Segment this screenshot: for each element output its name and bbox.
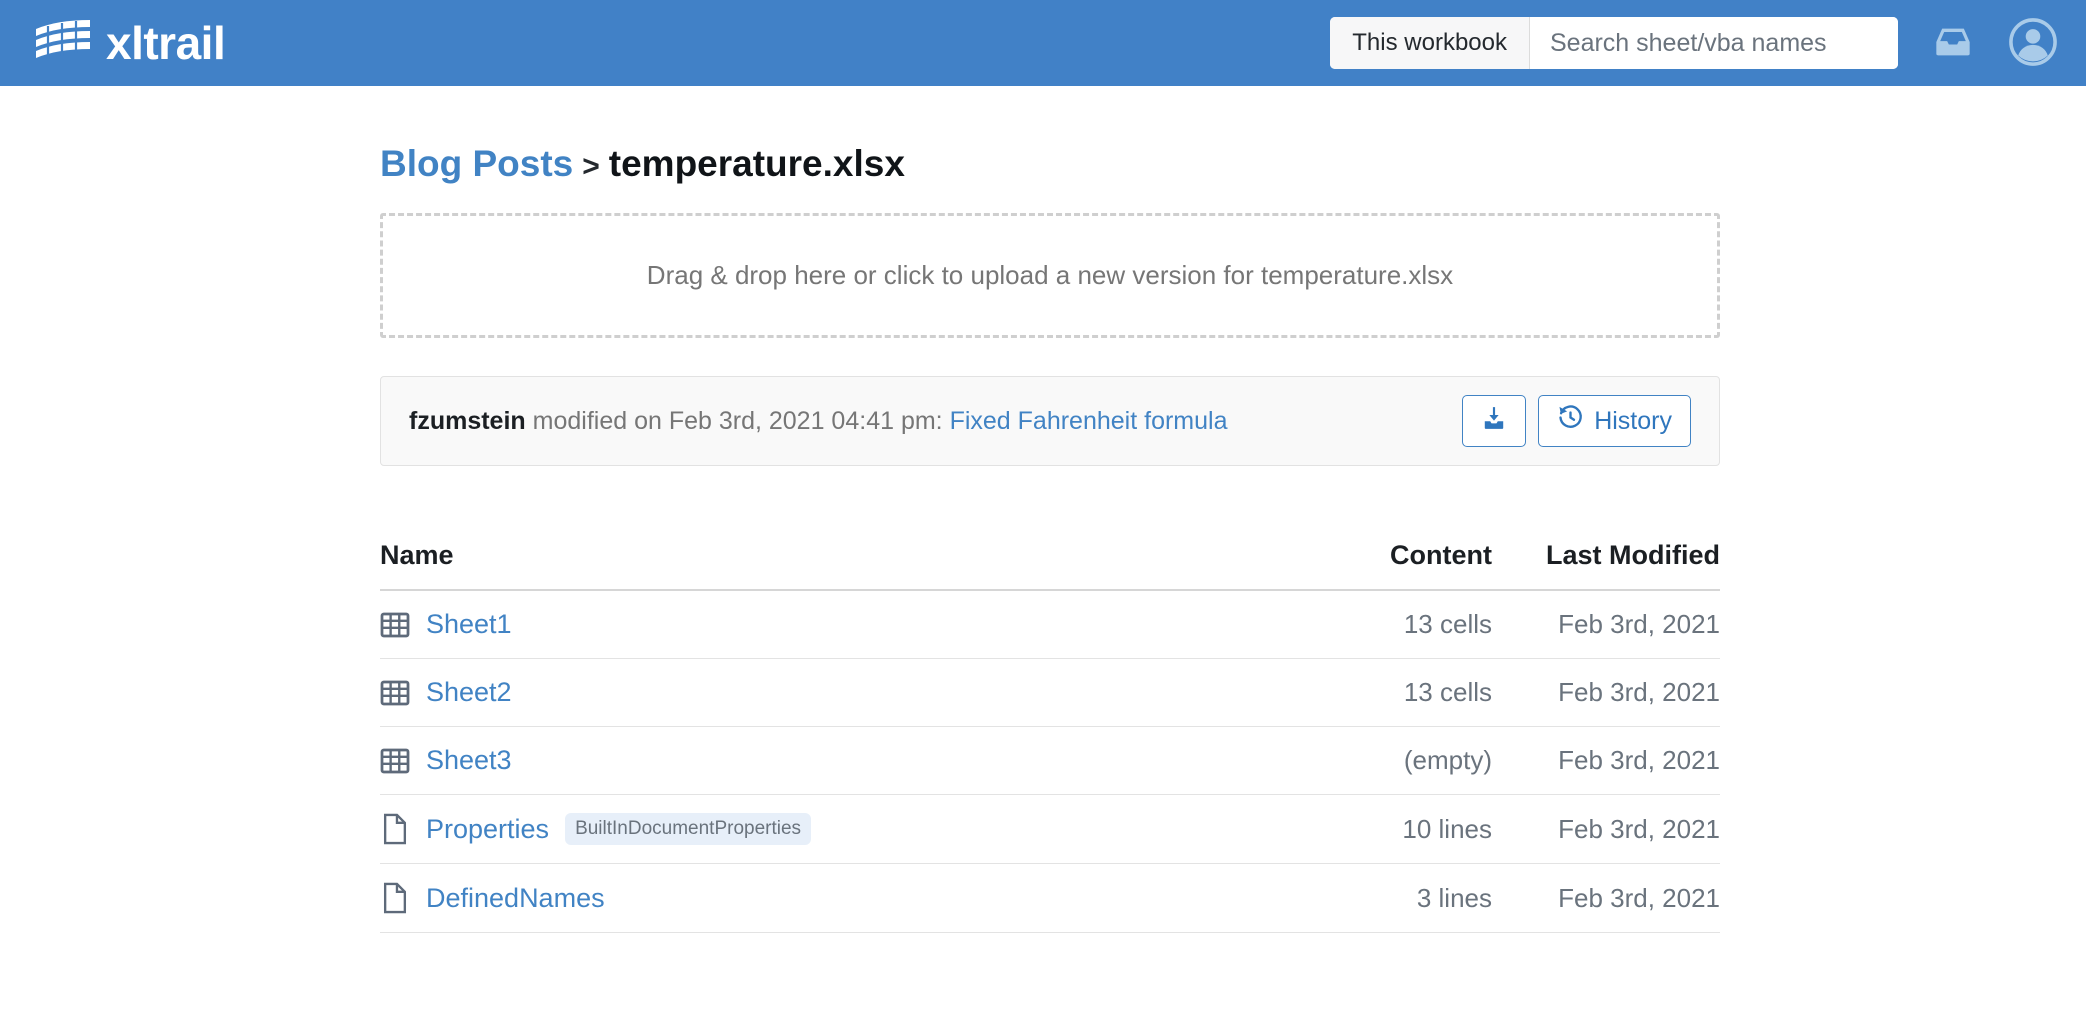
navbar-right-group: This workbook (1330, 17, 2058, 70)
table-cell-name: DefinedNames (380, 864, 1282, 933)
table-cell-content: 10 lines (1282, 795, 1492, 864)
breadcrumb-parent-link[interactable]: Blog Posts (380, 143, 573, 185)
table-cell-content: (empty) (1282, 727, 1492, 795)
commit-middle-text: modified on Feb 3rd, 2021 04:41 pm: (526, 407, 950, 435)
table-cell-name: Sheet3 (380, 727, 1282, 795)
search-group: This workbook (1330, 17, 1898, 69)
name-cell: DefinedNames (380, 882, 1282, 914)
table-header-row: Name Content Last Modified (380, 540, 1720, 590)
commit-author: fzumstein (409, 407, 526, 435)
spreadsheet-grid-icon (380, 610, 410, 640)
commit-actions: History (1462, 395, 1691, 447)
table-cell-last-modified: Feb 3rd, 2021 (1492, 659, 1720, 727)
row-type-badge: BuiltInDocumentProperties (565, 813, 811, 845)
spreadsheet-grid-icon (380, 678, 410, 708)
row-name-link[interactable]: Properties (426, 814, 549, 845)
name-cell: Sheet2 (380, 677, 1282, 708)
row-name-link[interactable]: Sheet1 (426, 609, 512, 640)
download-button[interactable] (1462, 395, 1526, 447)
row-name-link[interactable]: Sheet2 (426, 677, 512, 708)
spreadsheet-grid-icon (380, 746, 410, 776)
brand-logo-link[interactable]: xltrail (34, 19, 225, 68)
name-cell: Properties BuiltInDocumentProperties (380, 813, 1282, 845)
column-header-last-modified: Last Modified (1492, 540, 1720, 590)
upload-dropzone[interactable]: Drag & drop here or click to upload a ne… (380, 213, 1720, 338)
upload-dropzone-label: Drag & drop here or click to upload a ne… (647, 260, 1453, 291)
table-row[interactable]: Properties BuiltInDocumentProperties 10 li… (380, 795, 1720, 864)
workbook-contents-table: Name Content Last Modified Sheet1 13 cell… (380, 540, 1720, 933)
table-cell-name: Properties BuiltInDocumentProperties (380, 795, 1282, 864)
table-row[interactable]: Sheet1 13 cellsFeb 3rd, 2021 (380, 590, 1720, 659)
table-cell-content: 3 lines (1282, 864, 1492, 933)
table-cell-last-modified: Feb 3rd, 2021 (1492, 795, 1720, 864)
latest-commit-bar: fzumstein modified on Feb 3rd, 2021 04:4… (380, 376, 1720, 466)
name-cell: Sheet3 (380, 745, 1282, 776)
history-button[interactable]: History (1538, 395, 1691, 447)
history-button-label: History (1594, 407, 1672, 436)
brand-name: xltrail (106, 20, 225, 66)
table-row[interactable]: Sheet2 13 cellsFeb 3rd, 2021 (380, 659, 1720, 727)
table-head: Name Content Last Modified (380, 540, 1720, 590)
download-icon (1481, 405, 1507, 438)
row-name-link[interactable]: DefinedNames (426, 883, 605, 914)
column-header-content: Content (1282, 540, 1492, 590)
search-input[interactable] (1530, 17, 1898, 69)
table-cell-name: Sheet1 (380, 590, 1282, 659)
table-cell-content: 13 cells (1282, 659, 1492, 727)
name-cell: Sheet1 (380, 609, 1282, 640)
table-cell-last-modified: Feb 3rd, 2021 (1492, 864, 1720, 933)
page-container: Blog Posts > temperature.xlsx Drag & dro… (0, 143, 2086, 933)
row-name-link[interactable]: Sheet3 (426, 745, 512, 776)
user-avatar-button[interactable] (2008, 17, 2058, 70)
search-scope-button[interactable]: This workbook (1330, 17, 1530, 69)
table-cell-name: Sheet2 (380, 659, 1282, 727)
table-row[interactable]: Sheet3 (empty)Feb 3rd, 2021 (380, 727, 1720, 795)
breadcrumb-separator: > (582, 150, 600, 184)
table-row[interactable]: DefinedNames 3 linesFeb 3rd, 2021 (380, 864, 1720, 933)
table-cell-last-modified: Feb 3rd, 2021 (1492, 590, 1720, 659)
table-cell-content: 13 cells (1282, 590, 1492, 659)
commit-summary: fzumstein modified on Feb 3rd, 2021 04:4… (409, 407, 1227, 436)
user-avatar-icon (2008, 17, 2058, 70)
breadcrumb-current-file: temperature.xlsx (609, 143, 905, 185)
inbox-button[interactable] (1932, 22, 1974, 65)
xltrail-grid-logo-icon (34, 19, 92, 68)
breadcrumb: Blog Posts > temperature.xlsx (380, 143, 1720, 185)
table-cell-last-modified: Feb 3rd, 2021 (1492, 727, 1720, 795)
history-clock-icon (1557, 404, 1584, 438)
top-navbar: xltrail This workbook (0, 0, 2086, 86)
column-header-name: Name (380, 540, 1282, 590)
commit-message-link[interactable]: Fixed Fahrenheit formula (950, 407, 1228, 435)
document-file-icon (380, 882, 410, 914)
document-file-icon (380, 813, 410, 845)
table-body: Sheet113 cellsFeb 3rd, 2021 Sheet213 cel… (380, 590, 1720, 933)
inbox-tray-icon (1932, 22, 1974, 65)
